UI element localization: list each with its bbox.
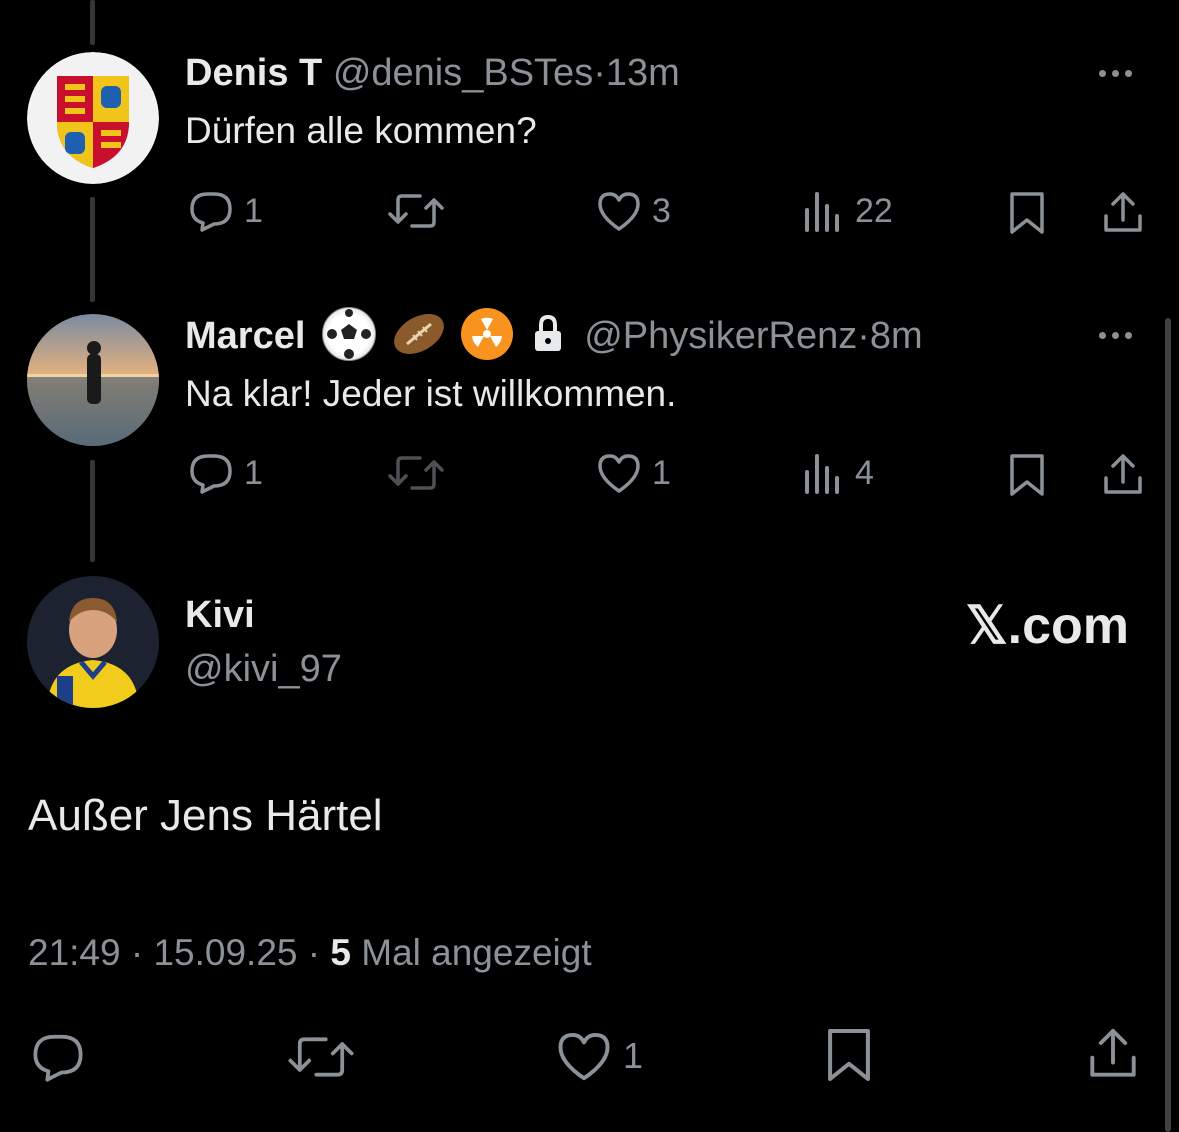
heart-icon bbox=[558, 1032, 610, 1081]
bookmark-button[interactable] bbox=[825, 1026, 873, 1084]
share-icon bbox=[1090, 1028, 1136, 1077]
share-icon bbox=[1104, 192, 1142, 232]
views-count: 4 bbox=[855, 453, 874, 492]
radioactive-icon bbox=[461, 308, 514, 360]
reply-button[interactable] bbox=[30, 1032, 86, 1082]
thread-line-2 bbox=[90, 460, 95, 562]
main-handle[interactable]: @kivi_97 bbox=[185, 646, 342, 692]
views-button[interactable]: 4 bbox=[803, 452, 874, 494]
retweet-icon bbox=[288, 1037, 354, 1077]
display-name[interactable]: Marcel bbox=[185, 315, 305, 357]
user-handle[interactable]: @PhysikerRenz bbox=[584, 315, 857, 357]
soccer-ball-icon bbox=[321, 307, 376, 361]
retweet-button[interactable] bbox=[388, 190, 444, 232]
avatar-denis[interactable] bbox=[27, 52, 159, 184]
bookmark-icon bbox=[828, 1029, 870, 1081]
post-timestamp[interactable]: 21:49 · 15.09.25 · bbox=[28, 932, 330, 973]
share-button[interactable] bbox=[1100, 190, 1146, 236]
main-name[interactable]: Kivi bbox=[185, 592, 255, 638]
bookmark-icon bbox=[1010, 192, 1044, 234]
tweet-text: Na klar! Jeder ist willkommen. bbox=[185, 373, 677, 414]
views-label: Mal angezeigt bbox=[350, 932, 592, 973]
views-button[interactable]: 22 bbox=[803, 190, 893, 232]
timestamp[interactable]: 8m bbox=[870, 315, 923, 357]
retweet-icon bbox=[388, 194, 444, 228]
heart-icon bbox=[598, 192, 640, 231]
separator-dot: · bbox=[857, 315, 870, 358]
bookmark-icon bbox=[1010, 454, 1044, 496]
like-count: 3 bbox=[652, 191, 671, 230]
user-handle[interactable]: @denis_BSTes bbox=[333, 52, 593, 94]
views-count: 22 bbox=[855, 191, 893, 230]
retweet-button[interactable] bbox=[388, 452, 444, 494]
share-button[interactable] bbox=[1085, 1026, 1141, 1082]
like-button[interactable]: 1 bbox=[596, 452, 671, 494]
like-button[interactable]: 1 bbox=[555, 1030, 643, 1082]
avatar-marcel[interactable] bbox=[27, 314, 159, 446]
analytics-icon bbox=[805, 454, 839, 494]
retweet-icon bbox=[388, 456, 444, 490]
like-count: 1 bbox=[652, 453, 671, 492]
lock-icon bbox=[530, 308, 566, 360]
reply-icon bbox=[190, 192, 232, 232]
reply-button[interactable]: 1 bbox=[188, 190, 263, 232]
tweet-meta: 21:49 · 15.09.25 · 5 Mal angezeigt bbox=[28, 930, 592, 976]
more-icon bbox=[1099, 332, 1106, 339]
reply-count: 1 bbox=[244, 191, 263, 230]
timestamp[interactable]: 13m bbox=[606, 52, 680, 94]
reply-icon bbox=[190, 454, 232, 494]
bookmark-button[interactable] bbox=[1008, 452, 1046, 498]
tweet-header: Marcel @PhysikerRenz·8m bbox=[185, 307, 923, 365]
tweet-header: Denis T @denis_BSTes·13m bbox=[185, 50, 680, 96]
more-options-button[interactable] bbox=[1099, 64, 1149, 84]
scrollbar[interactable] bbox=[1165, 318, 1171, 1132]
thread-line-1 bbox=[90, 197, 95, 302]
reply-icon bbox=[33, 1034, 83, 1082]
thread-line-top bbox=[90, 0, 95, 45]
main-tweet-text: Außer Jens Härtel bbox=[28, 791, 383, 840]
tweet-text: Dürfen alle kommen? bbox=[185, 110, 537, 151]
separator-dot: · bbox=[593, 52, 606, 94]
retweet-button[interactable] bbox=[288, 1032, 354, 1082]
analytics-icon bbox=[805, 192, 839, 232]
reply-count: 1 bbox=[244, 453, 263, 492]
share-icon bbox=[1104, 454, 1142, 494]
like-button[interactable]: 3 bbox=[596, 190, 671, 232]
like-count: 1 bbox=[623, 1035, 644, 1076]
rugby-ball-icon bbox=[393, 308, 445, 360]
views-count: 5 bbox=[330, 932, 351, 973]
bookmark-button[interactable] bbox=[1008, 190, 1046, 236]
more-options-button[interactable] bbox=[1099, 326, 1149, 346]
more-icon bbox=[1099, 70, 1106, 77]
display-name[interactable]: Denis T bbox=[185, 52, 322, 94]
reply-button[interactable]: 1 bbox=[188, 452, 263, 494]
x-watermark: 𝕏.com bbox=[965, 597, 1129, 655]
heart-icon bbox=[598, 454, 640, 493]
share-button[interactable] bbox=[1100, 452, 1146, 498]
avatar-kivi[interactable] bbox=[27, 576, 159, 708]
